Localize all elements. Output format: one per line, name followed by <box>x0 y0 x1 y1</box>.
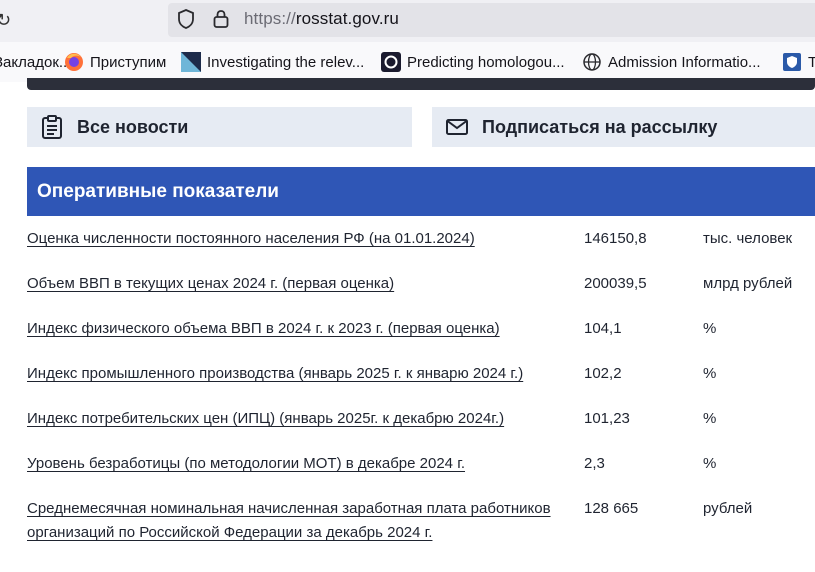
bookmark-item[interactable]: Admission Informatio... <box>582 51 761 73</box>
indicator-link[interactable]: Индекс физического объема ВВП в 2024 г. … <box>27 317 572 341</box>
bookmark-item[interactable]: Приступим <box>64 51 166 73</box>
indicator-value: 102,2 <box>584 365 622 382</box>
bookmark-label: Investigating the relev... <box>207 53 365 71</box>
all-news-button[interactable]: Все новости <box>27 107 412 147</box>
shield-icon[interactable] <box>176 8 196 30</box>
indicator-link[interactable]: Объем ВВП в текущих ценах 2024 г. (перва… <box>27 272 572 296</box>
section-title: Оперативные показатели <box>27 167 815 216</box>
indicator-unit: % <box>703 410 717 427</box>
firefox-icon <box>65 53 83 71</box>
bookmark-label: Приступим <box>90 53 167 71</box>
triangle-logo-icon <box>181 52 201 72</box>
indicator-link[interactable]: Оценка численности постоянного населения… <box>27 227 572 251</box>
indicator-unit: % <box>703 455 717 472</box>
bookmark-label: Закладок... <box>0 53 72 71</box>
indicator-unit: млрд рублей <box>703 275 793 292</box>
envelope-icon <box>446 119 468 135</box>
browser-toolbar: ↻ https://rosstat.gov.ru <box>0 0 815 42</box>
indicator-link[interactable]: Индекс потребительских цен (ИПЦ) (январь… <box>27 407 572 431</box>
indicator-unit: рублей <box>703 500 753 517</box>
bookmark-item[interactable]: Te <box>782 51 815 73</box>
indicator-value: 200039,5 <box>584 275 647 292</box>
all-news-label: Все новости <box>77 116 189 137</box>
subscribe-button[interactable]: Подписаться на рассылку <box>432 107 815 147</box>
subscribe-label: Подписаться на рассылку <box>482 116 718 137</box>
bookmark-label: Te <box>808 53 815 71</box>
indicator-value: 101,23 <box>584 410 630 427</box>
indicator-unit: % <box>703 320 717 337</box>
indicator-value: 128 665 <box>584 500 639 517</box>
indicator-link[interactable]: Уровень безработицы (по методологии МОТ)… <box>27 452 572 476</box>
indicator-link[interactable]: Индекс промышленного производства (январ… <box>27 362 572 386</box>
indicator-value: 146150,8 <box>584 230 647 247</box>
lock-icon[interactable] <box>212 8 230 30</box>
url-text[interactable]: https://rosstat.gov.ru <box>244 9 399 29</box>
bookmark-label: Admission Informatio... <box>608 53 761 71</box>
globe-icon <box>583 53 601 71</box>
reload-icon[interactable]: ↻ <box>0 10 12 30</box>
url-prefix: https:// <box>244 9 296 28</box>
bookmark-item[interactable]: Закладок... <box>0 51 71 73</box>
bookmarks-toolbar: Закладок... Приступим Investigating the … <box>0 42 815 82</box>
bookmark-item[interactable]: Predicting homologou... <box>381 51 565 73</box>
bookmark-item[interactable]: Investigating the relev... <box>181 51 364 73</box>
indicator-link[interactable]: Среднемесячная номинальная начисленная з… <box>27 497 572 545</box>
indicator-unit: % <box>703 365 717 382</box>
url-host: rosstat.gov.ru <box>295 9 399 28</box>
indicator-value: 2,3 <box>584 455 605 472</box>
shield-logo-icon <box>783 53 801 71</box>
site-header-edge <box>27 78 815 90</box>
circle-logo-icon <box>381 52 401 72</box>
bookmark-label: Predicting homologou... <box>407 53 565 71</box>
clipboard-list-icon <box>42 115 62 139</box>
indicator-unit: тыс. человек <box>703 230 793 247</box>
indicator-value: 104,1 <box>584 320 622 337</box>
